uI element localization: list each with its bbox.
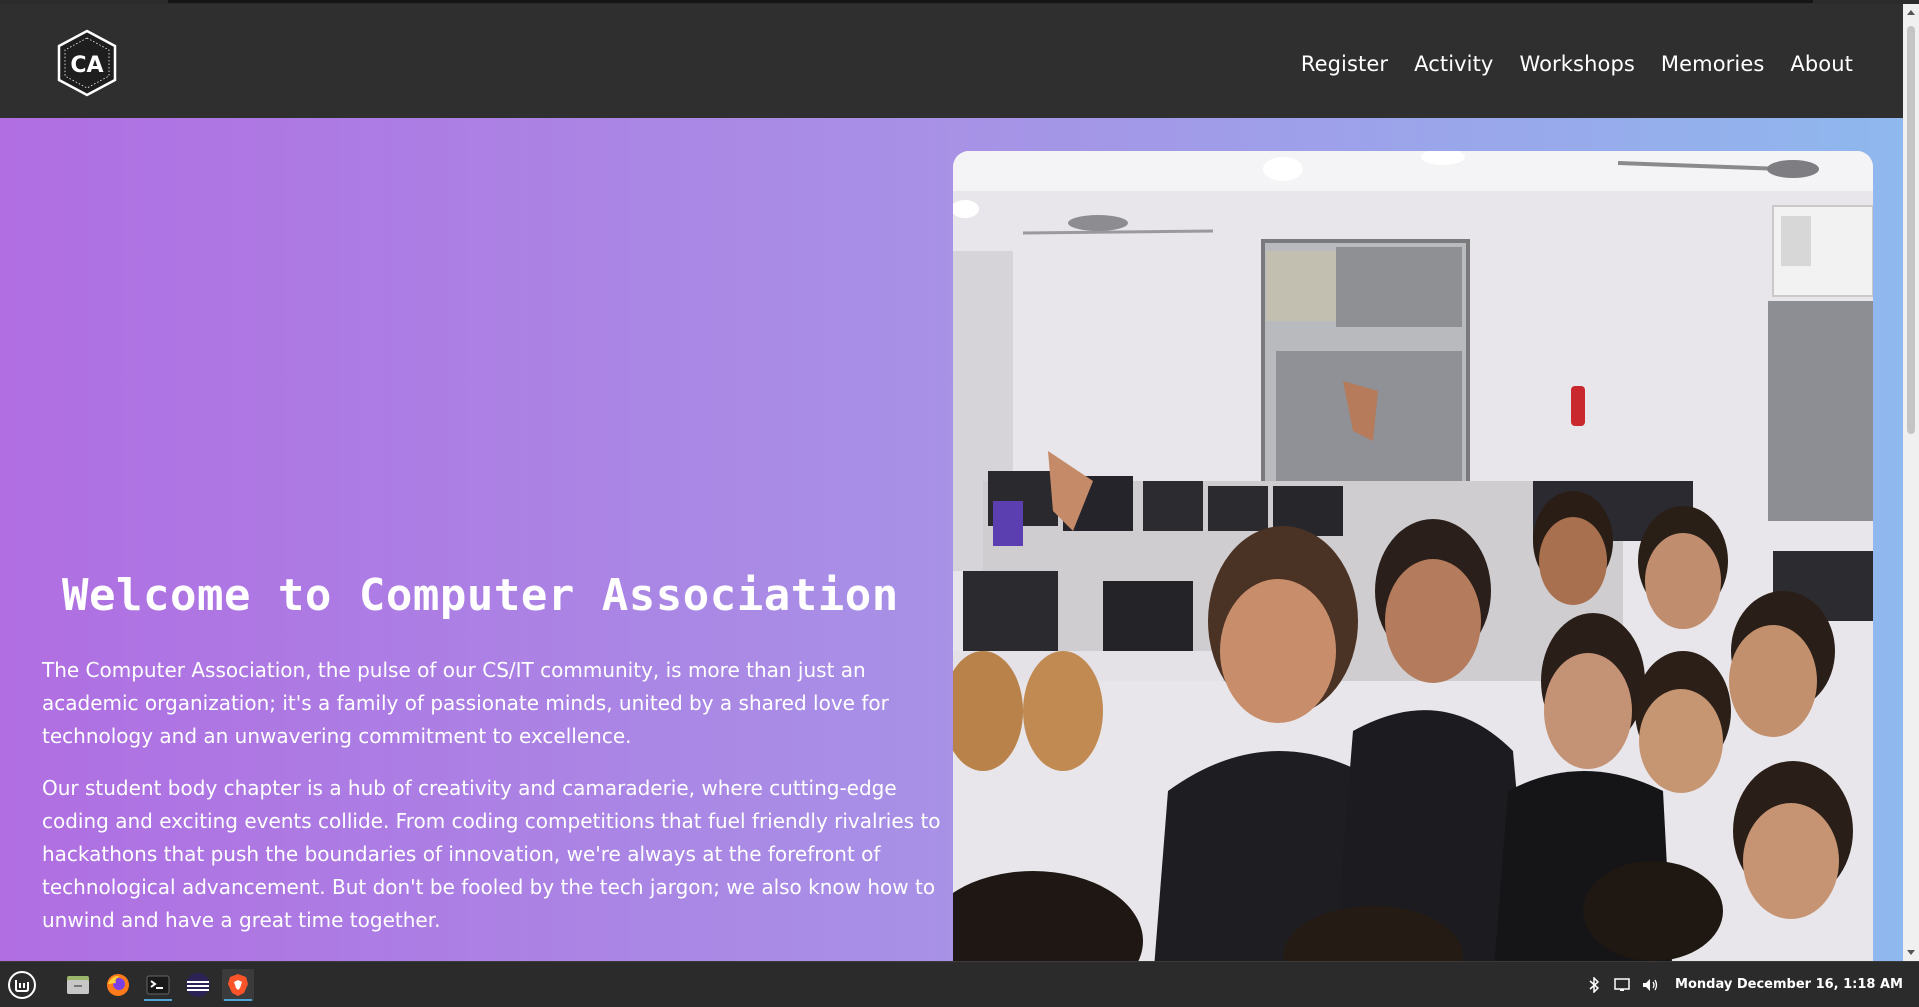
nav-links: Register Activity Workshops Memories Abo… (1301, 52, 1853, 76)
brave-icon[interactable] (222, 969, 254, 1001)
terminal-icon[interactable] (142, 969, 174, 1001)
hero-title: Welcome to Computer Association (62, 570, 899, 621)
group-photo-image (953, 151, 1873, 961)
scroll-thumb[interactable] (1907, 26, 1915, 434)
hero-section: Welcome to Computer Association The Comp… (0, 118, 1903, 961)
eclipse-icon[interactable] (182, 969, 214, 1001)
ca-logo-icon: CA (57, 29, 117, 97)
mint-menu-icon[interactable] (6, 969, 38, 1001)
file-manager-icon[interactable] (62, 969, 94, 1001)
group-photo (953, 151, 1873, 961)
clock[interactable]: Monday December 16, 1:18 AM (1675, 977, 1903, 992)
volume-icon[interactable] (1641, 976, 1659, 994)
page-scrollbar[interactable] (1903, 4, 1919, 961)
nav-memories-link[interactable]: Memories (1661, 52, 1764, 76)
terminal-active-indicator (144, 999, 172, 1001)
nav-workshops-link[interactable]: Workshops (1519, 52, 1634, 76)
nav-about-link[interactable]: About (1790, 52, 1853, 76)
window-top-bar (168, 0, 1813, 3)
brave-active-indicator (224, 999, 252, 1001)
site-logo[interactable]: CA (52, 28, 122, 98)
scroll-down-icon[interactable] (1907, 950, 1915, 955)
scroll-up-icon[interactable] (1907, 10, 1915, 15)
system-tray: Monday December 16, 1:18 AM (1585, 962, 1903, 1007)
hero-paragraph-1: The Computer Association, the pulse of o… (42, 658, 889, 748)
nav-activity-link[interactable]: Activity (1414, 52, 1493, 76)
display-icon[interactable] (1613, 976, 1631, 994)
site-navbar: CA Register Activity Workshops Memories … (0, 4, 1903, 118)
bluetooth-icon[interactable] (1585, 976, 1603, 994)
hero-paragraph-2: Our student body chapter is a hub of cre… (42, 776, 941, 932)
logo-text: CA (70, 53, 103, 78)
system-taskbar: Monday December 16, 1:18 AM (0, 961, 1919, 1006)
nav-register-link[interactable]: Register (1301, 52, 1388, 76)
firefox-icon[interactable] (102, 969, 134, 1001)
